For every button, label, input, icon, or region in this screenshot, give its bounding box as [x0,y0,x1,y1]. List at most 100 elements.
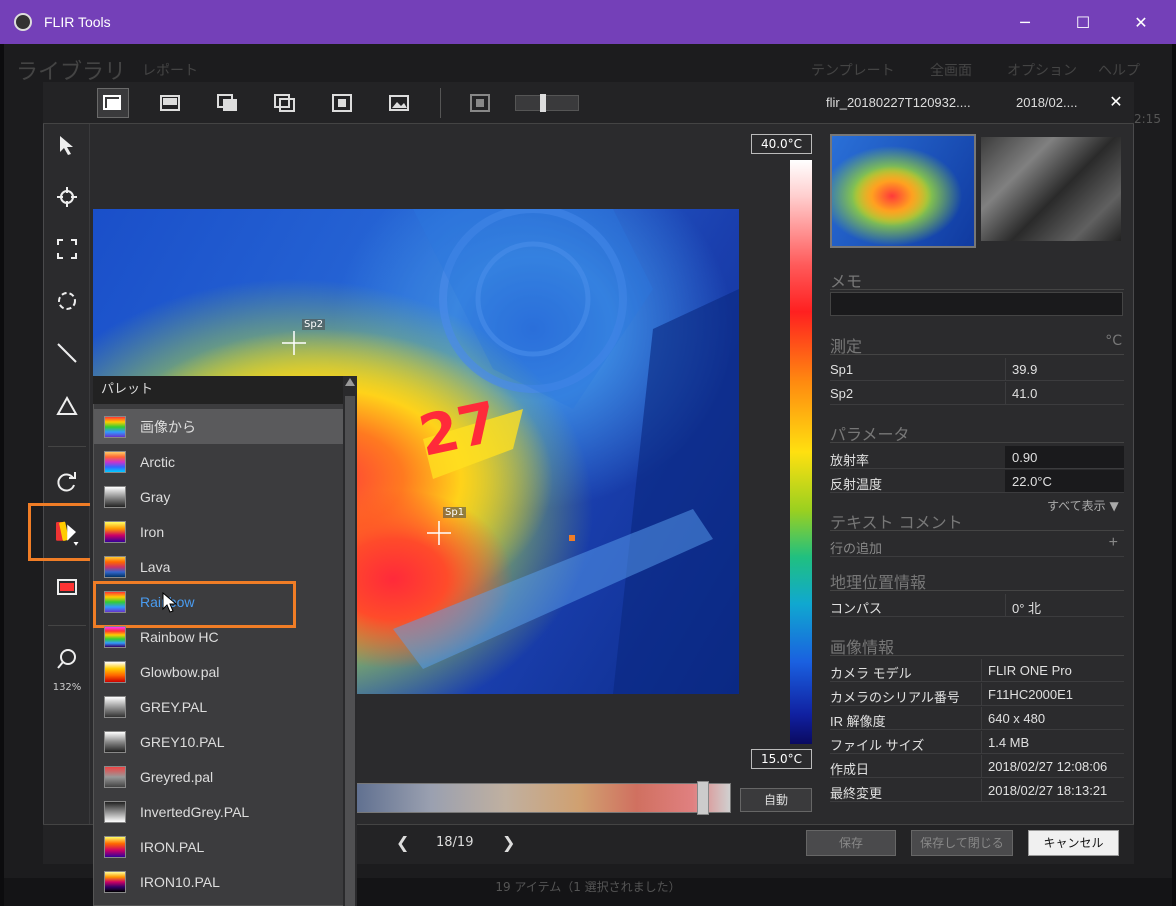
image-info-row: 作成日 2018/02/27 12:08:06 [830,755,1124,778]
fit-button[interactable] [464,88,496,118]
visual-view-button[interactable] [383,88,415,118]
palette-scroll-thumb[interactable] [345,396,355,906]
memo-input[interactable] [830,292,1123,316]
single-view-button[interactable] [97,88,129,118]
param-row[interactable]: 反射温度 22.0°C [830,470,1124,493]
visual-thumbnail[interactable] [981,137,1121,241]
text-comment-label: テキスト コメント [830,513,963,532]
greyred-swatch-icon [104,765,126,788]
next-image-button[interactable]: ❯ [502,833,515,852]
prev-image-button[interactable]: ❮ [396,833,409,852]
rotate-tool[interactable] [50,465,84,499]
param-value: 0.90 [1012,450,1038,465]
delta-icon [56,395,78,415]
palette-item-label: IRON.PAL [140,838,205,855]
overlay-view-button[interactable] [212,88,244,118]
temp-max[interactable]: 40.0°C [751,134,812,154]
image-info-header: 画像情報 [830,634,1124,657]
thermal-view-icon [160,95,180,111]
param-key: 反射温度 [830,477,883,492]
palette-item-label: InvertedGrey.PAL [140,803,250,820]
maximize-button[interactable]: ☐ [1054,0,1112,44]
grey10-swatch-icon [104,730,126,753]
scale-tool[interactable] [50,570,84,604]
menu-help[interactable]: ヘルプ [1098,60,1140,80]
scroll-up-icon[interactable] [345,378,355,386]
circle-tool[interactable] [50,284,84,318]
geo-key: コンパス [830,601,883,616]
palette-item-label: Rainbow HC [140,628,219,645]
delta-tool[interactable] [50,389,84,423]
palette-item-lava[interactable]: Lava [94,549,343,584]
image-info-row: カメラ モデル FLIR ONE Pro [830,659,1124,682]
palette-item-label: GREY10.PAL [140,733,225,750]
histogram-handle[interactable] [697,781,709,815]
zoom-tool[interactable] [50,642,84,676]
measure-row[interactable]: Sp2 41.0 [830,382,1124,405]
image-info-row: ファイル サイズ 1.4 MB [830,731,1124,754]
line-tool[interactable] [50,336,84,370]
info-value: 2018/02/27 12:08:06 [988,759,1108,774]
palette-item-rainbow-hc[interactable]: Rainbow HC [94,619,343,654]
palette-item-greyred[interactable]: Greyred.pal [94,759,343,794]
palette-item-arctic[interactable]: Arctic [94,444,343,479]
zoom-slider[interactable] [515,94,579,112]
msx-view-button[interactable] [326,88,358,118]
palette-item-gray[interactable]: Gray [94,479,343,514]
single-view-icon [103,95,121,110]
param-key: 放射率 [830,453,870,468]
palette-item-iron10-pal[interactable]: IRON10.PAL [94,864,343,899]
menu-report[interactable]: レポート [142,60,198,80]
app-logo-icon [14,13,32,31]
palette-item-glowbow[interactable]: Glowbow.pal [94,654,343,689]
svg-text:27: 27 [414,390,504,470]
menu-options[interactable]: オプション [1007,60,1077,80]
palette-item-inverted-grey[interactable]: InvertedGrey.PAL [94,794,343,829]
temp-min[interactable]: 15.0°C [751,749,812,769]
image-info-row: カメラのシリアル番号 F11HC2000E1 [830,683,1124,706]
inverted-grey-swatch-icon [104,800,126,823]
auto-button[interactable]: 自動 [740,788,812,812]
image-info-row: 最終変更 2018/02/27 18:13:21 [830,779,1124,802]
palette-item-from-image[interactable]: 画像から [94,409,343,444]
spot-sp1-label: Sp1 [443,507,467,518]
measure-label: 測定 [830,337,863,356]
menu-fullscreen[interactable]: 全画面 [930,60,972,80]
iron10-swatch-icon [104,870,126,893]
save-close-button[interactable]: 保存して閉じる [911,830,1013,856]
menu-template[interactable]: テンプレート [811,60,895,80]
geo-value: 0° 北 [1012,601,1042,616]
thermal-thumbnail[interactable] [830,134,976,248]
pip-view-icon [274,94,295,112]
palette-item-iron-pal[interactable]: IRON.PAL [94,829,343,864]
dialog-filename: flir_20180227T120932.... [826,95,971,110]
spot-sp1[interactable]: Sp1 [423,507,483,547]
box-tool[interactable] [50,232,84,266]
image-counter: 18/19 [436,835,474,850]
pip-view-button[interactable] [269,88,301,118]
minimize-button[interactable]: ─ [996,0,1054,44]
rainbow-hc-swatch-icon [104,625,126,648]
close-window-button[interactable]: ✕ [1112,0,1170,44]
spot-sp2[interactable]: Sp2 [278,319,338,359]
thermal-view-button[interactable] [154,88,186,118]
palette-item-grey10-pal[interactable]: GREY10.PAL [94,724,343,759]
zoom-slider-handle[interactable] [540,94,546,112]
palette-item-label: Iron [140,523,165,540]
measure-header: 測定 °C [830,333,1124,356]
measure-row[interactable]: Sp1 39.9 [830,358,1124,381]
save-button[interactable]: 保存 [806,830,896,856]
cancel-button[interactable]: キャンセル [1028,830,1119,856]
palette-item-iron[interactable]: Iron [94,514,343,549]
circle-icon [58,292,76,310]
overlay-view-icon [217,94,237,111]
histogram-bar[interactable] [355,783,731,813]
add-row-button[interactable]: 行の追加 + [830,534,1124,557]
spot-tool[interactable] [50,180,84,214]
pointer-tool[interactable] [50,128,84,162]
dialog-close-button[interactable]: ✕ [1106,92,1126,112]
geo-row[interactable]: コンパス 0° 北 [830,594,1124,617]
param-row[interactable]: 放射率 0.90 [830,446,1124,469]
image-info-row: IR 解像度 640 x 480 [830,707,1124,730]
palette-item-grey-pal[interactable]: GREY.PAL [94,689,343,724]
